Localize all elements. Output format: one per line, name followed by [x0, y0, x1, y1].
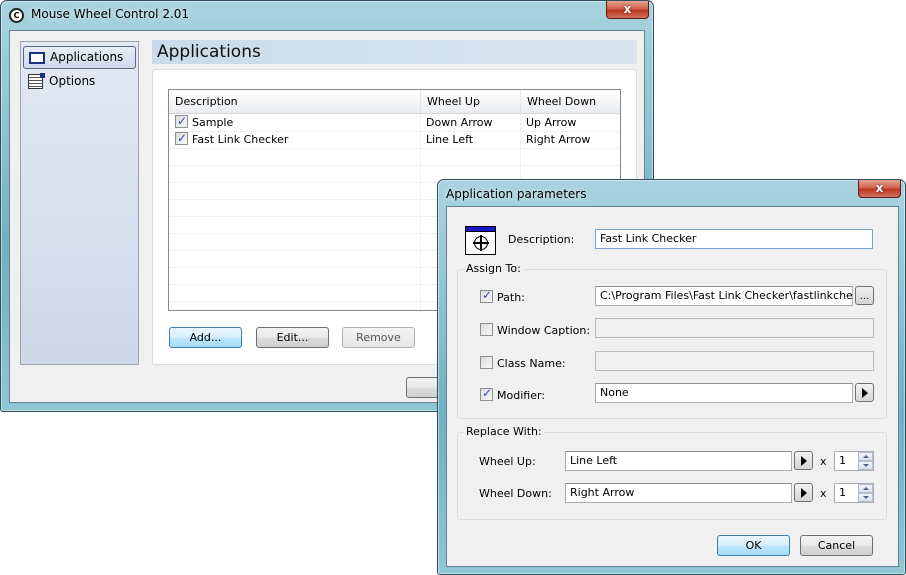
main-window-title: Mouse Wheel Control 2.01	[31, 7, 190, 21]
sidebar-item-label: Options	[49, 74, 96, 88]
modifier-checkbox[interactable]	[480, 386, 493, 401]
empty-row	[169, 149, 620, 166]
class-name-label: Class Name:	[497, 357, 566, 370]
assign-to-group: Assign To: Path: C:\Program Files\Fast L…	[457, 262, 887, 419]
class-name-row: Class Name:	[480, 356, 566, 370]
window-icon	[29, 52, 45, 64]
sidebar-item-options[interactable]: Options	[23, 71, 136, 94]
close-icon: x	[623, 2, 632, 16]
close-icon: x	[875, 181, 884, 195]
wheel-up-input[interactable]: Line Left	[565, 451, 792, 471]
application-parameters-dialog: Application parameters x Description: Fa…	[437, 179, 906, 575]
spin-up-icon[interactable]	[858, 484, 873, 493]
wheel-up-count: 1	[839, 454, 846, 467]
window-caption-label: Window Caption:	[497, 324, 591, 337]
dialog-client-area: Description: Fast Link Checker Assign To…	[446, 206, 899, 567]
options-icon	[28, 73, 45, 89]
wheel-down-count-spinner[interactable]: 1	[834, 483, 874, 503]
column-header-wheel-down[interactable]: Wheel Down	[520, 90, 620, 113]
wheel-up-menu-button[interactable]	[794, 451, 813, 470]
wheel-down-count: 1	[839, 486, 846, 499]
modifier-menu-button[interactable]	[855, 383, 874, 402]
path-checkbox[interactable]	[480, 288, 493, 303]
spin-down-icon[interactable]	[858, 461, 873, 470]
table-row[interactable]: Sample Down Arrow Up Arrow	[169, 113, 620, 132]
column-header-wheel-up[interactable]: Wheel Up	[420, 90, 520, 113]
wheel-down-menu-button[interactable]	[794, 483, 813, 502]
row-wheel-up: Line Left	[426, 133, 474, 146]
edit-button[interactable]: Edit...	[256, 327, 329, 348]
description-input[interactable]: Fast Link Checker	[595, 229, 873, 249]
table-row[interactable]: Fast Link Checker Line Left Right Arrow	[169, 130, 620, 149]
page-title: Applications	[152, 40, 637, 64]
wheel-down-input[interactable]: Right Arrow	[565, 483, 792, 503]
list-header: Description Wheel Up Wheel Down	[169, 90, 620, 114]
path-input[interactable]: C:\Program Files\Fast Link Checker\fastl…	[595, 286, 853, 306]
main-close-button[interactable]: x	[606, 1, 649, 19]
class-name-input[interactable]	[595, 351, 874, 371]
row-wheel-down: Up Arrow	[526, 116, 577, 129]
ok-button[interactable]: OK	[717, 535, 790, 556]
wheel-down-times-label: x	[820, 487, 827, 500]
window-caption-input[interactable]	[595, 318, 874, 338]
row-checkbox[interactable]	[175, 130, 188, 146]
spin-down-icon[interactable]	[858, 493, 873, 502]
spin-up-icon[interactable]	[858, 452, 873, 461]
path-row: Path:	[480, 288, 525, 304]
row-description: Sample	[192, 116, 234, 129]
description-label: Description:	[508, 233, 575, 246]
assign-to-title: Assign To:	[464, 262, 523, 275]
add-button[interactable]: Add...	[169, 327, 242, 348]
dialog-close-button[interactable]: x	[858, 180, 901, 198]
dialog-titlebar[interactable]: Application parameters x	[438, 180, 905, 208]
remove-button[interactable]: Remove	[342, 327, 415, 348]
application-target-icon	[465, 226, 496, 255]
modifier-row: Modifier:	[480, 386, 545, 402]
sidebar-item-label: Applications	[50, 50, 124, 64]
wheel-down-label: Wheel Down:	[479, 487, 552, 500]
cancel-button[interactable]: Cancel	[800, 535, 873, 556]
row-description: Fast Link Checker	[192, 133, 289, 146]
window-caption-checkbox[interactable]	[480, 323, 493, 336]
row-checkbox[interactable]	[175, 113, 188, 129]
class-name-checkbox[interactable]	[480, 356, 493, 369]
wheel-up-count-spinner[interactable]: 1	[834, 451, 874, 471]
modifier-input[interactable]: None	[595, 383, 853, 403]
dialog-title: Application parameters	[446, 187, 587, 201]
main-titlebar[interactable]: C Mouse Wheel Control 2.01 x	[1, 1, 653, 29]
column-header-description[interactable]: Description	[169, 90, 420, 113]
path-label: Path:	[497, 291, 525, 304]
replace-with-group: Replace With: Wheel Up: Line Left x 1 Wh…	[457, 425, 887, 520]
mouse-wheel-app-icon: C	[9, 8, 24, 23]
wheel-up-times-label: x	[820, 455, 827, 468]
sidebar-item-applications[interactable]: Applications	[23, 46, 136, 69]
browse-path-button[interactable]: ...	[855, 286, 874, 305]
wheel-up-label: Wheel Up:	[479, 455, 536, 468]
modifier-label: Modifier:	[497, 389, 545, 402]
row-wheel-up: Down Arrow	[426, 116, 493, 129]
sidebar: Applications Options	[20, 41, 139, 365]
replace-with-title: Replace With:	[464, 425, 544, 438]
window-caption-row: Window Caption:	[480, 323, 590, 337]
row-wheel-down: Right Arrow	[526, 133, 591, 146]
